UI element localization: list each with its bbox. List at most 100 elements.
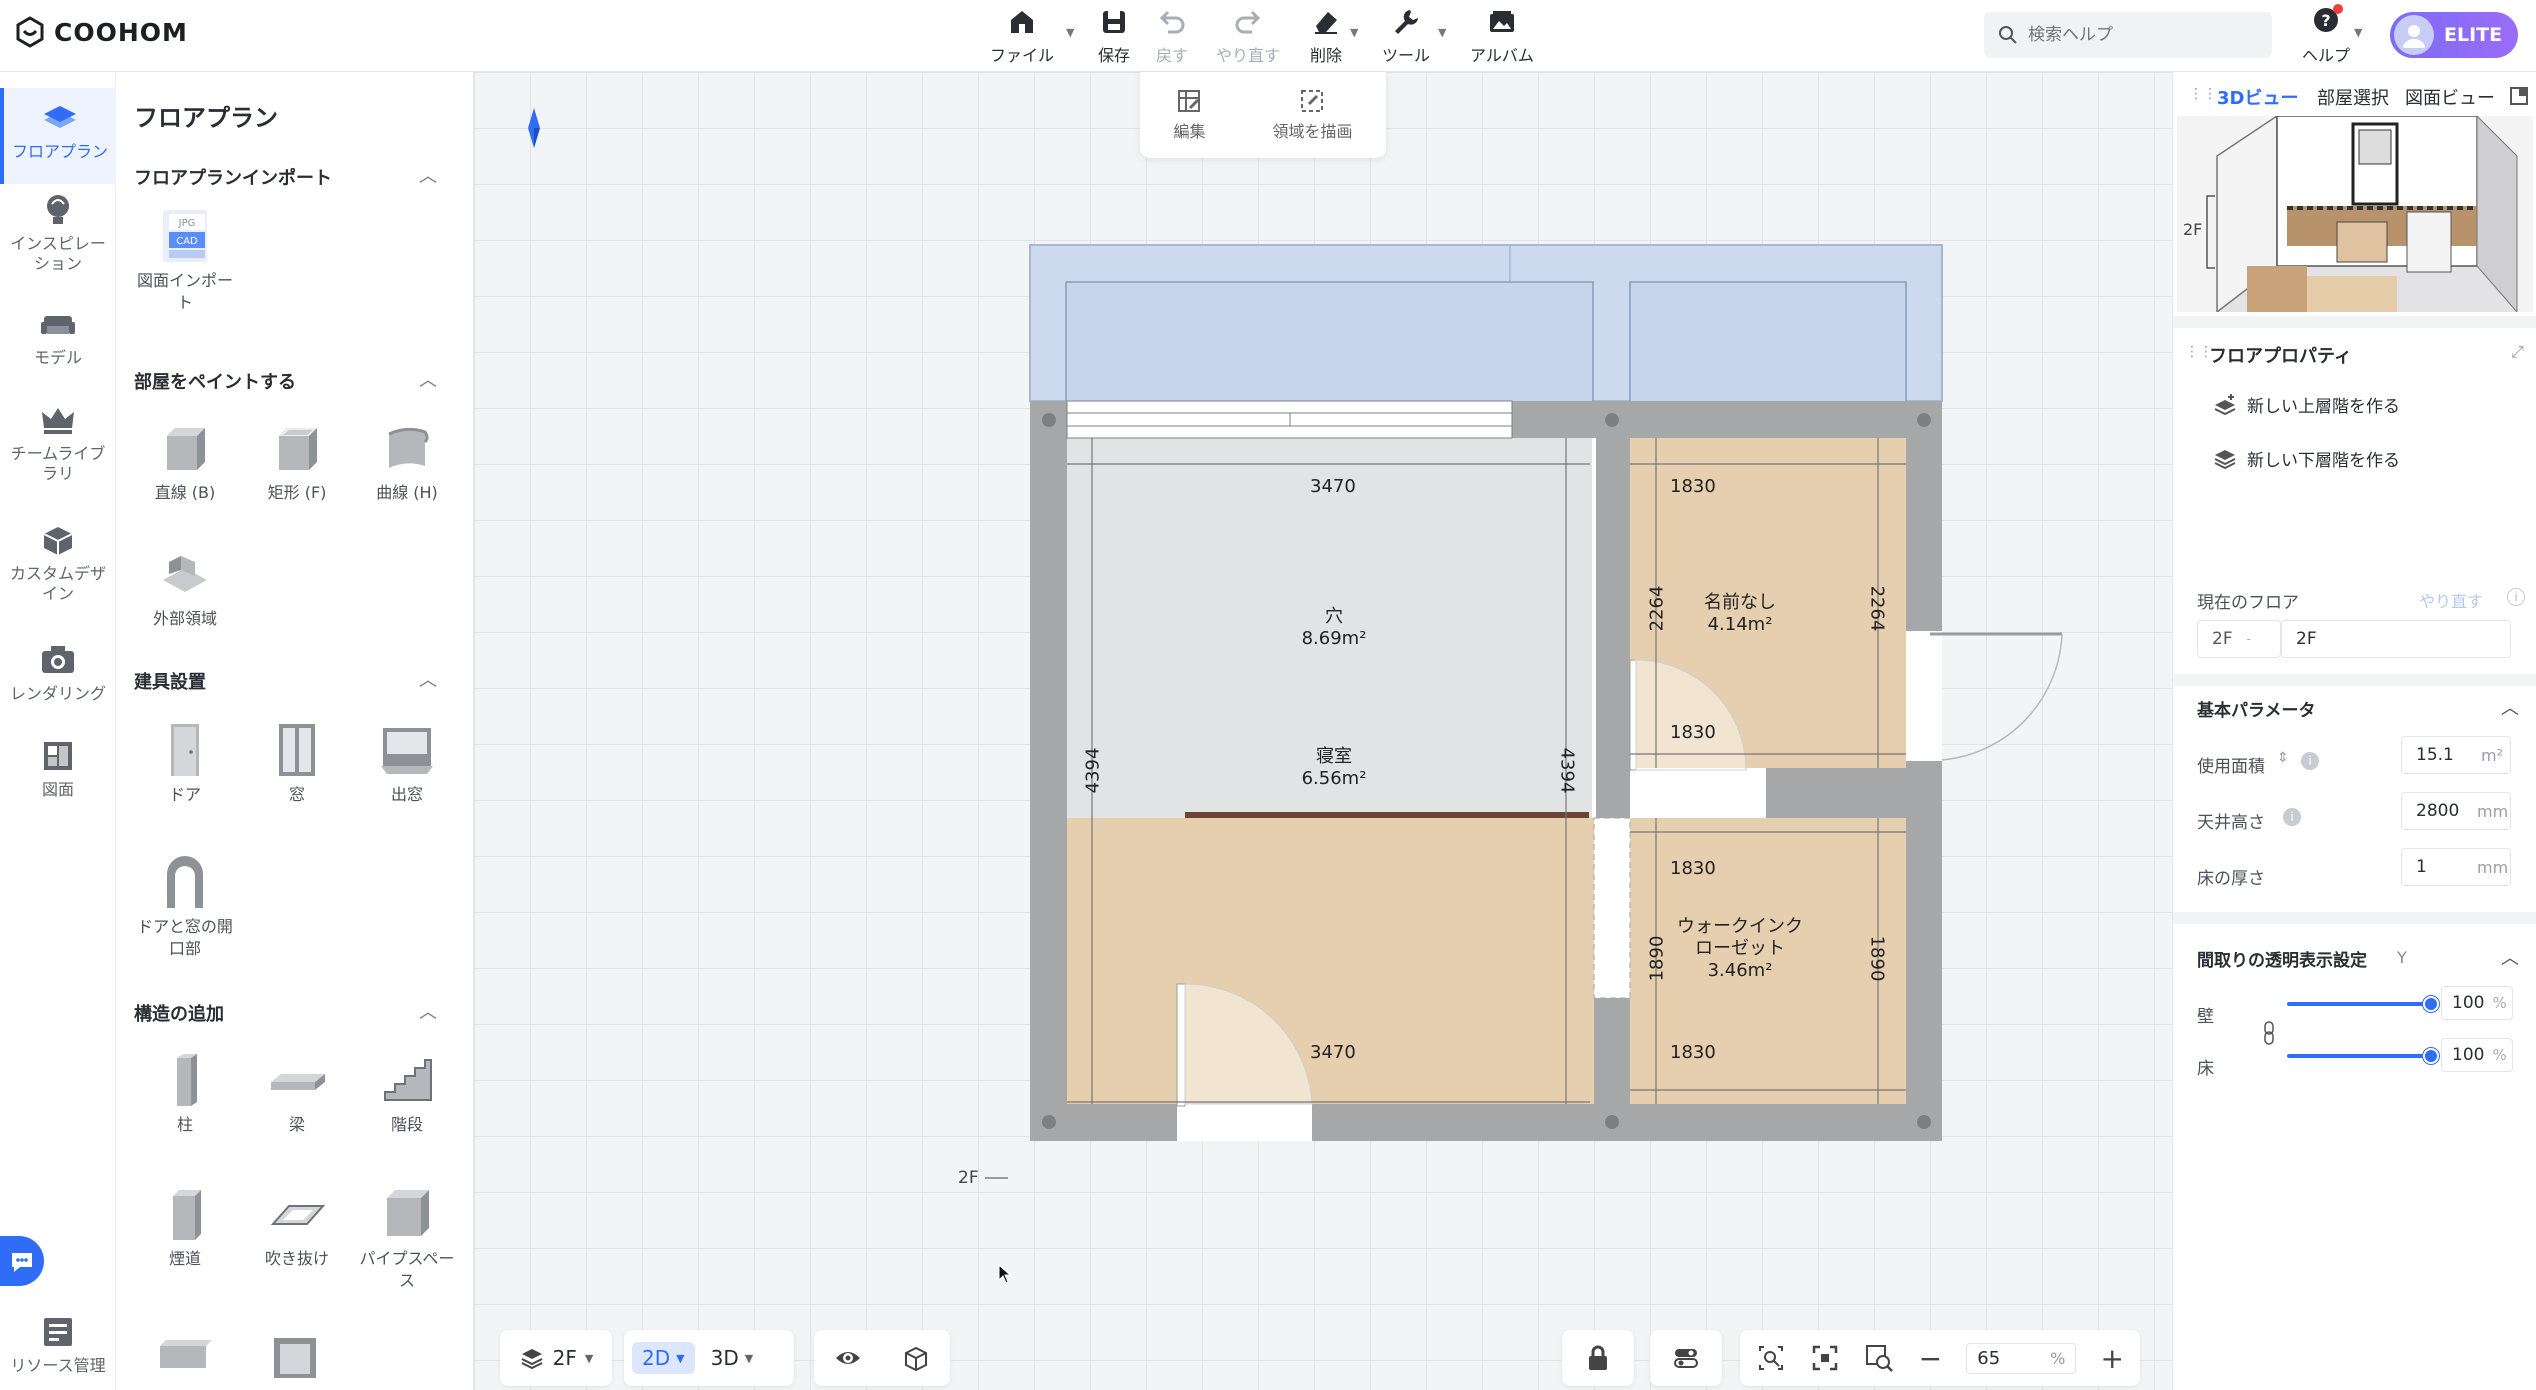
lock-button[interactable] bbox=[1562, 1330, 1634, 1386]
reset-view-icon[interactable] bbox=[1756, 1343, 1786, 1373]
drag-handle-icon[interactable]: ⋮⋮ bbox=[2189, 86, 2217, 102]
expand-preview-icon[interactable] bbox=[2509, 86, 2529, 106]
paint-collapse-chevron-icon[interactable]: ︿ bbox=[419, 366, 437, 392]
corridor-opening[interactable] bbox=[1593, 817, 1631, 999]
void-tool[interactable]: 吹き抜け bbox=[242, 1184, 352, 1270]
import-section-header[interactable]: フロアプランインポート bbox=[134, 164, 332, 190]
nav-item-custom-design[interactable]: カスタムデザイン bbox=[0, 520, 116, 620]
stairs-tool[interactable]: 階段 bbox=[352, 1050, 462, 1136]
floor-selector-value: 2F bbox=[552, 1346, 577, 1370]
wall-transparency-field[interactable]: 100 % bbox=[2441, 986, 2513, 1020]
sort-icon[interactable]: ⇕ bbox=[2277, 750, 2289, 766]
bay-window-tool[interactable]: 出窓 bbox=[352, 720, 462, 806]
mode-3d-button[interactable]: 3D ▼ bbox=[701, 1342, 764, 1374]
room-label-walk-in-closet[interactable]: ウォークインクローゼット 3.46m² bbox=[1670, 916, 1810, 982]
app-logo[interactable]: COOHOM bbox=[14, 16, 188, 48]
structure-section-header[interactable]: 構造の追加 bbox=[134, 1000, 224, 1026]
help-button[interactable]: ? ヘルプ bbox=[2302, 6, 2350, 66]
delete-menu-button[interactable]: 削除 bbox=[1310, 6, 1342, 66]
mode-2d-button[interactable]: 2D ▼ bbox=[632, 1342, 695, 1374]
window-tool[interactable]: 窓 bbox=[242, 720, 352, 806]
floorplan-canvas[interactable]: 3470 3470 4394 4394 1830 1830 1830 1830 … bbox=[474, 72, 2172, 1390]
tab-drawing-view[interactable]: 図面ビュー bbox=[2405, 84, 2495, 110]
zoom-search-icon[interactable] bbox=[1864, 1343, 1894, 1373]
door-tool[interactable]: ドア bbox=[130, 720, 240, 806]
user-account-button[interactable]: ELITE bbox=[2390, 12, 2518, 58]
nav-item-drawing[interactable]: 図面 bbox=[0, 736, 116, 816]
cube-view-icon[interactable] bbox=[902, 1344, 930, 1372]
bedroom-door-opening[interactable] bbox=[1177, 1104, 1312, 1141]
draw-area-button[interactable]: 領域を描画 bbox=[1272, 88, 1353, 142]
basic-params-title[interactable]: 基本パラメータ bbox=[2197, 696, 2316, 721]
3d-preview[interactable] bbox=[2177, 116, 2533, 312]
toggle-settings-button[interactable] bbox=[1650, 1330, 1722, 1386]
paint-section-header[interactable]: 部屋をペイントする bbox=[134, 368, 296, 394]
partition-wall[interactable] bbox=[1185, 812, 1589, 818]
ceiling-info-icon[interactable]: i bbox=[2283, 808, 2301, 826]
floor-transparency-field[interactable]: 100 % bbox=[2441, 1038, 2513, 1072]
save-button[interactable]: 保存 bbox=[1098, 6, 1130, 66]
nav-item-inspiration[interactable]: インスピレーション bbox=[0, 184, 116, 284]
redo-link[interactable]: やり直す bbox=[2419, 588, 2483, 612]
eye-icon[interactable] bbox=[834, 1344, 862, 1372]
fixture-collapse-chevron-icon[interactable]: ︿ bbox=[419, 666, 437, 692]
nav-item-team-library[interactable]: チームライブラリ bbox=[0, 400, 116, 500]
basic-params-chevron-icon[interactable]: ︿ bbox=[2501, 694, 2519, 720]
floor-transparency-slider[interactable] bbox=[2287, 1054, 2429, 1058]
opening-tool[interactable]: ドアと窓の開口部 bbox=[130, 852, 240, 960]
help-search[interactable] bbox=[1984, 12, 2272, 58]
tab-3d-view[interactable]: 3Dビュー bbox=[2217, 84, 2298, 110]
transparency-title[interactable]: 間取りの透明表示設定 bbox=[2197, 946, 2367, 971]
tools-menu-button[interactable]: ツール bbox=[1382, 6, 1430, 66]
nav-item-rendering[interactable]: レンダリング bbox=[0, 640, 116, 720]
room-label-hole[interactable]: 穴 8.69m² bbox=[1254, 606, 1414, 650]
nav-item-model[interactable]: モデル bbox=[0, 304, 116, 384]
zoom-level-field[interactable]: 65 % bbox=[1966, 1342, 2077, 1374]
import-collapse-chevron-icon[interactable]: ︿ bbox=[419, 162, 437, 188]
file-menu-button[interactable]: ファイル bbox=[990, 6, 1054, 66]
exterior-door-opening[interactable] bbox=[1906, 631, 1942, 761]
delete-chevron-down-icon: ▼ bbox=[1350, 26, 1359, 39]
nav-item-floorplan[interactable]: フロアプラン bbox=[0, 88, 116, 184]
floor-selector[interactable]: 2F ▼ bbox=[500, 1330, 612, 1386]
zoom-out-button[interactable]: − bbox=[1919, 1342, 1942, 1375]
wall-slider-knob[interactable] bbox=[2423, 996, 2439, 1012]
line-tool[interactable]: 直線 (B) bbox=[130, 418, 240, 504]
chat-support-button[interactable] bbox=[0, 1236, 44, 1286]
wall-transparency-slider[interactable] bbox=[2287, 1002, 2429, 1006]
floor-code-field[interactable]: 2F - bbox=[2197, 620, 2281, 658]
nav-item-resource-management[interactable]: リソース管理 bbox=[0, 1312, 116, 1384]
tab-room-select[interactable]: 部屋選択 bbox=[2317, 84, 2389, 110]
fit-view-icon[interactable] bbox=[1810, 1343, 1840, 1373]
link-icon[interactable] bbox=[2263, 1020, 2275, 1046]
zoom-in-button[interactable]: + bbox=[2100, 1342, 2123, 1375]
fixture-section-header[interactable]: 建具設置 bbox=[134, 668, 206, 694]
column-tool[interactable]: 柱 bbox=[130, 1050, 240, 1136]
flue-tool[interactable]: 煙道 bbox=[130, 1184, 240, 1270]
new-upper-floor-button[interactable]: 新しい上層階を作る bbox=[2213, 392, 2400, 417]
redo-button[interactable]: やり直す bbox=[1216, 6, 1280, 66]
expand-properties-icon[interactable]: ⤢ bbox=[2511, 342, 2524, 362]
search-input[interactable] bbox=[2028, 25, 2248, 45]
usable-area-info-icon[interactable]: i bbox=[2301, 752, 2319, 770]
pipe-space-tool[interactable]: パイプスペース bbox=[352, 1184, 462, 1292]
new-lower-floor-button[interactable]: 新しい下層階を作る bbox=[2213, 446, 2400, 471]
beam-tool[interactable]: 梁 bbox=[242, 1050, 352, 1136]
panel-item-partial-2[interactable] bbox=[270, 1334, 320, 1378]
edit-button[interactable]: 編集 bbox=[1173, 88, 1206, 142]
outer-area-tool[interactable]: 外部領域 bbox=[130, 544, 240, 630]
transparency-chevron-icon[interactable]: ︿ bbox=[2501, 944, 2519, 970]
undo-button[interactable]: 戻す bbox=[1156, 6, 1188, 66]
info-icon[interactable]: i bbox=[2507, 588, 2525, 606]
image-import-tool[interactable]: JPG CAD 図面インポート bbox=[130, 206, 240, 314]
structure-collapse-chevron-icon[interactable]: ︿ bbox=[419, 998, 437, 1024]
curve-tool[interactable]: 曲線 (H) bbox=[352, 418, 462, 504]
room-label-bedroom[interactable]: 寝室 6.56m² bbox=[1254, 746, 1414, 790]
rectangle-tool[interactable]: 矩形 (F) bbox=[242, 418, 352, 504]
floor-name-field[interactable]: 2F bbox=[2281, 620, 2511, 658]
drawing-icon bbox=[44, 742, 72, 770]
panel-item-partial[interactable] bbox=[156, 1336, 212, 1376]
floor-slider-knob[interactable] bbox=[2423, 1048, 2439, 1064]
room-label-unnamed[interactable]: 名前なし 4.14m² bbox=[1660, 592, 1820, 636]
album-button[interactable]: アルバム bbox=[1470, 6, 1534, 66]
